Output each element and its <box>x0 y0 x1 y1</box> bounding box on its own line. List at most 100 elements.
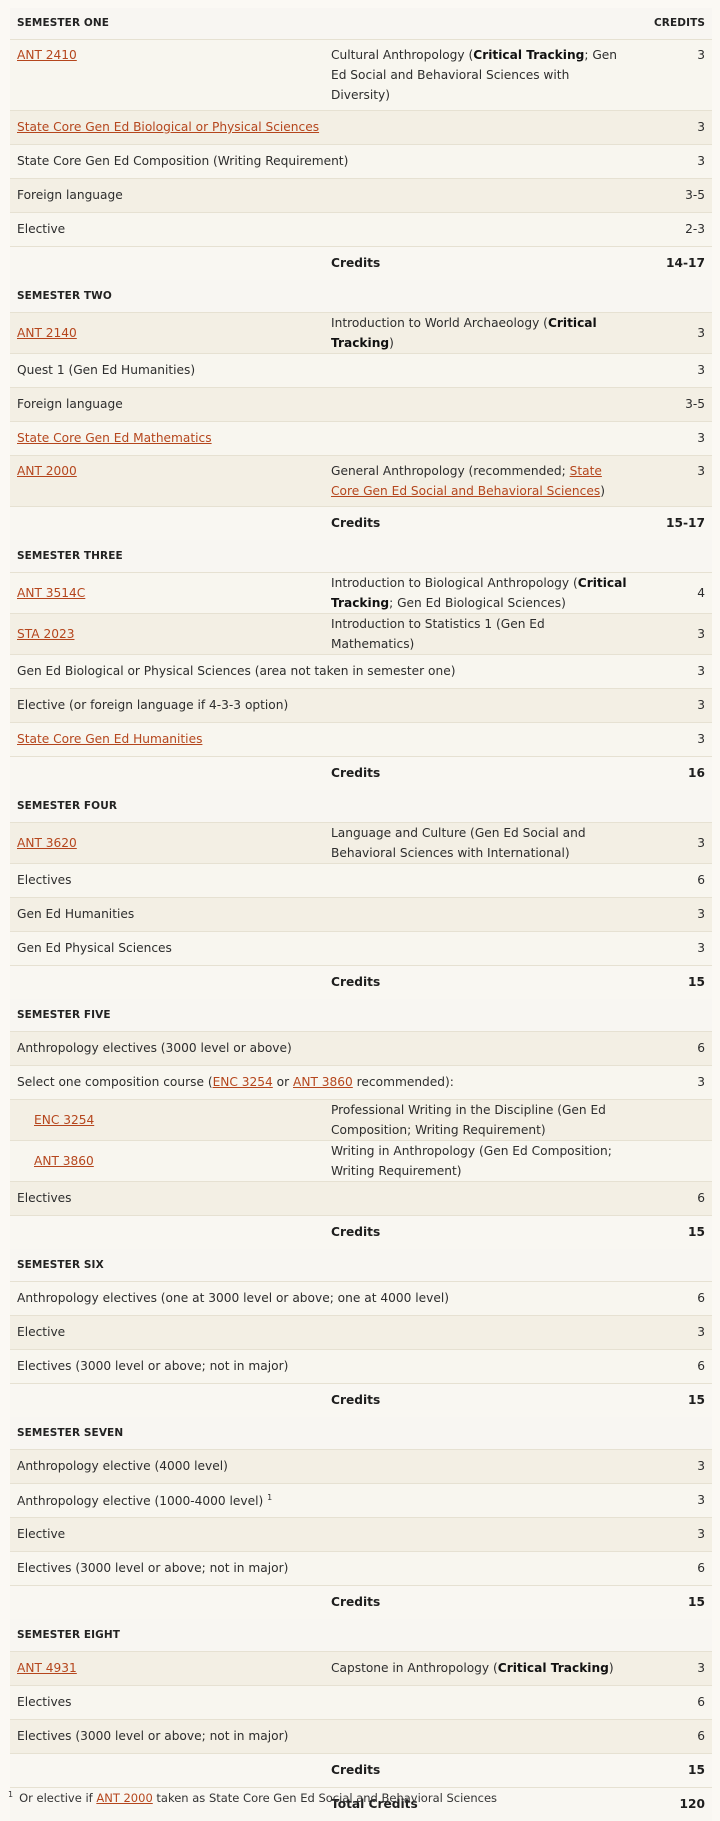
course-link-ant-3620[interactable]: ANT 3620 <box>17 836 77 850</box>
course-link-ant-3514c[interactable]: ANT 3514C <box>17 586 85 600</box>
course-credits: 6 <box>697 1561 705 1575</box>
requirement-text: Select one composition course ( <box>17 1075 213 1089</box>
course-link-ant-2140[interactable]: ANT 2140 <box>17 326 77 340</box>
requirement-text: Electives <box>17 1191 72 1205</box>
semester-table: SEMESTER ONE CREDITS ANT 2410 Cultural A… <box>10 8 712 1821</box>
requirement-text: Elective <box>17 1527 66 1541</box>
credits-total: 16 <box>688 766 705 781</box>
course-credits: 3 <box>697 363 705 377</box>
requirement-text: State Core Gen Ed Composition (Writing R… <box>17 154 349 168</box>
semester-one-heading: SEMESTER ONE <box>17 17 110 30</box>
course-credits: 3 <box>697 1459 705 1473</box>
semester-credits-row: Credits 15 <box>10 1215 712 1249</box>
table-row: Anthropology electives (one at 3000 leve… <box>10 1281 712 1315</box>
credits-label: Credits <box>331 256 381 271</box>
semester-heading-row: SEMESTER SIX <box>10 1249 712 1281</box>
table-row: Electives 6 <box>10 1685 712 1719</box>
requirement-text: Gen Ed Physical Sciences <box>17 941 172 955</box>
table-row: Electives (3000 level or above; not in m… <box>10 1349 712 1383</box>
semester-title: SEMESTER THREE <box>17 549 123 562</box>
course-title: Writing in Anthropology (Gen Ed Composit… <box>331 1143 612 1178</box>
requirement-text: Electives (3000 level or above; not in m… <box>17 1729 289 1743</box>
credits-label: Credits <box>331 1595 381 1610</box>
table-row: Quest 1 (Gen Ed Humanities) 3 <box>10 353 712 387</box>
course-credits: 3 <box>697 1075 705 1089</box>
course-credits: 3 <box>697 154 705 168</box>
semester-title: SEMESTER FIVE <box>17 1008 111 1021</box>
course-title-suffix: ; Gen Ed Biological Sciences) <box>389 595 566 610</box>
table-row: Elective 3 <box>10 1315 712 1349</box>
table-row: ANT 3514C Introduction to Biological Ant… <box>10 572 712 613</box>
course-link-ant-3860-option[interactable]: ANT 3860 <box>34 1154 94 1168</box>
semester-credits-row: Credits 14-17 <box>10 246 712 280</box>
gen-ed-mathematics-link[interactable]: State Core Gen Ed Mathematics <box>17 431 212 445</box>
semester-credits-row: Credits 15-17 <box>10 506 712 540</box>
credits-total: 15 <box>688 975 705 990</box>
table-row: Gen Ed Physical Sciences 3 <box>10 931 712 965</box>
footnote-text: Or elective if <box>19 1790 97 1805</box>
table-row: Elective (or foreign language if 4-3-3 o… <box>10 688 712 722</box>
table-row: Anthropology elective (4000 level) 3 <box>10 1449 712 1483</box>
credits-total: 14-17 <box>666 256 705 271</box>
credits-total: 15-17 <box>666 516 705 531</box>
table-row: STA 2023 Introduction to Statistics 1 (G… <box>10 613 712 654</box>
semester-title: SEMESTER SIX <box>17 1258 104 1271</box>
table-row: Gen Ed Biological or Physical Sciences (… <box>10 654 712 688</box>
course-link-ant-2000[interactable]: ANT 2000 <box>17 464 77 478</box>
credits-label: Credits <box>331 516 381 531</box>
requirement-text: Elective <box>17 1325 66 1339</box>
course-link-ant-4931[interactable]: ANT 4931 <box>17 1661 77 1675</box>
requirement-text: Electives <box>17 873 72 887</box>
course-credits: 3 <box>697 835 705 850</box>
semester-credits-row: Credits 15 <box>10 1753 712 1787</box>
table-row: Electives 6 <box>10 863 712 897</box>
course-title-suffix: ) <box>600 483 605 498</box>
semester-heading-row: SEMESTER EIGHT <box>10 1619 712 1651</box>
footnote-text-suffix: taken as State Core Gen Ed Social and Be… <box>152 1790 498 1805</box>
course-credits: 3 <box>697 626 705 641</box>
course-credits: 3 <box>697 1493 705 1507</box>
table-row: ANT 2000 General Anthropology (recommend… <box>10 455 712 506</box>
course-link-ant-2410[interactable]: ANT 2410 <box>17 48 77 62</box>
semester-title: SEMESTER FOUR <box>17 799 118 812</box>
requirement-text: Gen Ed Biological or Physical Sciences (… <box>17 664 456 678</box>
table-row: Elective 2-3 <box>10 212 712 246</box>
course-link-sta-2023[interactable]: STA 2023 <box>17 627 74 641</box>
requirement-text: Foreign language <box>17 188 123 202</box>
requirement-text: Elective (or foreign language if 4-3-3 o… <box>17 698 289 712</box>
requirement-text: Electives (3000 level or above; not in m… <box>17 1359 289 1373</box>
semester-title: SEMESTER EIGHT <box>17 1628 121 1641</box>
credits-label: Credits <box>331 766 381 781</box>
footnote: 1 Or elective if ANT 2000 taken as State … <box>8 1790 497 1805</box>
course-credits: 3 <box>697 463 705 478</box>
course-title: Introduction to Statistics 1 (Gen Ed Mat… <box>331 616 545 651</box>
course-link-enc-3254-option[interactable]: ENC 3254 <box>34 1113 94 1127</box>
table-row: State Core Gen Ed Mathematics 3 <box>10 421 712 455</box>
course-credits: 6 <box>697 1191 705 1205</box>
requirement-text: Electives (3000 level or above; not in m… <box>17 1561 289 1575</box>
course-credits: 3 <box>697 47 705 62</box>
requirement-text: Electives <box>17 1695 72 1709</box>
table-row: State Core Gen Ed Humanities 3 <box>10 722 712 756</box>
table-row: ANT 2140 Introduction to World Archaeolo… <box>10 312 712 353</box>
credits-label: Credits <box>331 975 381 990</box>
requirement-text: Anthropology electives (3000 level or ab… <box>17 1041 292 1055</box>
critical-tracking-label: Critical Tracking <box>473 47 585 62</box>
course-credits: 6 <box>697 1041 705 1055</box>
table-row: Electives (3000 level or above; not in m… <box>10 1551 712 1585</box>
semester-heading-row: SEMESTER FIVE <box>10 999 712 1031</box>
plan-of-study: SEMESTER ONE CREDITS ANT 2410 Cultural A… <box>10 8 712 1821</box>
footnote-marker[interactable]: 1 <box>267 1493 272 1502</box>
course-title: Professional Writing in the Discipline (… <box>331 1102 606 1137</box>
table-row: Anthropology electives (3000 level or ab… <box>10 1031 712 1065</box>
footnote-course-link-ant-2000[interactable]: ANT 2000 <box>96 1791 152 1805</box>
course-link-enc-3254[interactable]: ENC 3254 <box>213 1075 273 1089</box>
critical-tracking-label: Critical Tracking <box>497 1661 609 1675</box>
requirement-text: Quest 1 (Gen Ed Humanities) <box>17 363 196 377</box>
table-row: ANT 4931 Capstone in Anthropology (Criti… <box>10 1651 712 1685</box>
course-link-ant-3860[interactable]: ANT 3860 <box>293 1075 353 1089</box>
course-credits: 3 <box>697 1527 705 1541</box>
gen-ed-humanities-link[interactable]: State Core Gen Ed Humanities <box>17 732 202 746</box>
course-credits: 3-5 <box>685 397 705 411</box>
gen-ed-bio-phys-link[interactable]: State Core Gen Ed Biological or Physical… <box>17 120 319 134</box>
